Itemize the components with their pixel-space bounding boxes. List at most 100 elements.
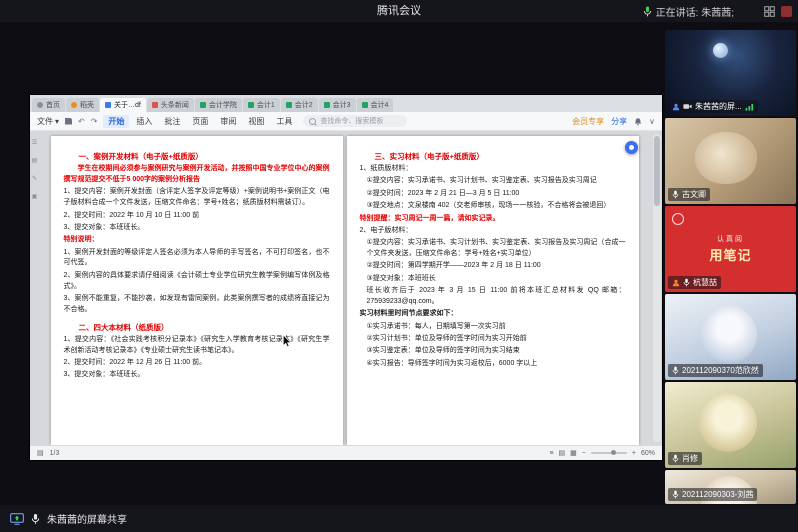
tab-favicon [105, 102, 111, 108]
ribbon-tab[interactable]: 工具 [271, 115, 297, 128]
participants-sidebar: 朱茜茜的屏... [665, 30, 796, 505]
meeting-window: 腾讯会议 正在讲话: 朱茜茜; [0, 0, 798, 532]
mic-icon [672, 366, 679, 375]
ribbon-tabs: 开始 插入 批注 页面 审阅 视图 工具 [103, 115, 297, 128]
zoom-out-button[interactable]: − [582, 450, 586, 457]
doc-paragraph: 1、案例开发封面的等级评定人签名必须为本人导师的手写签名，不可打印签名，也不可代… [64, 248, 330, 270]
chevron-down-icon: ▾ [55, 117, 59, 126]
mouse-cursor [282, 334, 292, 348]
document-tab[interactable]: 会计4 [357, 98, 394, 112]
document-tab[interactable]: 会计2 [281, 98, 318, 112]
camera-icon [683, 103, 692, 110]
share-banner-text: 朱茜茜的屏幕共享 [47, 511, 127, 526]
ribbon-tab[interactable]: 页面 [187, 115, 213, 128]
doc-paragraph: 实习材料里时间节点要求如下： [360, 309, 626, 320]
doc-paragraph: 2、案例内容的具体要求请仔细阅读《会计硕士专业学位研究生教学案例编写体例及格式》… [64, 271, 330, 293]
zoom-in-button[interactable]: + [632, 450, 636, 457]
save-icon[interactable] [65, 118, 72, 125]
redo-icon[interactable]: ↷ [91, 117, 98, 126]
document-tab[interactable]: 关于…df [100, 98, 146, 112]
document-tab[interactable]: 会计3 [319, 98, 356, 112]
mic-icon [683, 278, 690, 287]
doc-share-button[interactable]: 分享 [611, 116, 627, 127]
tab-favicon [362, 102, 368, 108]
participant-name-label: 古文卿 [668, 188, 710, 201]
ribbon-tab[interactable]: 开始 [103, 115, 129, 128]
pages-container: 一、案例开发材料（电子版+纸质版） 学生在校期间必须参与案例研究与案例开发活动，… [39, 136, 650, 445]
tab-label: 首页 [46, 100, 60, 110]
search-icon [309, 118, 316, 125]
assistant-floating-button[interactable] [625, 141, 638, 154]
doc-paragraph: 2、提交时间：2022 年 12 月 26 日 11:00 前。 [64, 358, 330, 369]
participant-name-label: 202112090303-刘茜 [668, 488, 757, 501]
doc-paragraph: ①提交内容：实习承诺书、实习计划书、实习鉴定表、实习报告及实习周记（合成一个文件… [360, 238, 626, 260]
doc-paragraph: ①实习承诺书：每人，日期填写第一次实习前 [360, 322, 626, 333]
participant-tile[interactable]: 肖修 [665, 382, 796, 468]
bookmark-icon[interactable]: ▤ [32, 157, 38, 164]
grid-layout-icon[interactable] [764, 6, 775, 17]
doc-paragraph: 3、案例不能重复，不能抄袭，如发现有雷同案例，此类案例撰写者的成绩将直接记为不合… [64, 294, 330, 316]
vip-button[interactable]: 会员专享 [572, 116, 604, 127]
collapse-ribbon-icon[interactable]: ∨ [649, 117, 655, 126]
participant-name: 杭慧喆 [693, 277, 717, 288]
signal-icon [745, 103, 754, 111]
document-area: ☰ ▤ ✎ ▣ 一、案例开发材料（电子版+纸质版） 学生在校期间必须参与案例研究… [30, 131, 662, 445]
tab-label: 会计1 [257, 100, 275, 110]
tab-label: 头条新闻 [161, 100, 189, 110]
participant-name-label: 朱茜茜的屏... [668, 100, 758, 113]
meeting-titlebar: 腾讯会议 正在讲话: 朱茜茜; [0, 0, 798, 22]
outline-icon[interactable]: ☰ [32, 139, 37, 146]
document-tab[interactable]: 会计1 [243, 98, 280, 112]
participant-name-label: 杭慧喆 [668, 276, 721, 289]
participant-name-label: 202112090370范欣然 [668, 364, 763, 377]
comment-icon[interactable]: ✎ [32, 175, 37, 182]
view-read-icon[interactable]: ≡ [549, 450, 553, 457]
document-tab[interactable]: 头条新闻 [147, 98, 194, 112]
tab-label: 会计2 [295, 100, 313, 110]
zoom-slider-knob[interactable] [611, 450, 616, 455]
doc-paragraph: 1、纸质版材料： [360, 164, 626, 175]
view-web-icon[interactable]: ▦ [570, 449, 577, 457]
participant-name-label: 肖修 [668, 452, 702, 465]
file-menu[interactable]: 文件▾ [37, 116, 59, 127]
doc-paragraph: ②实习计划书：单位及导师的签字时间为实习开始前 [360, 334, 626, 345]
undo-icon[interactable]: ↶ [78, 117, 85, 126]
mic-icon [672, 490, 679, 499]
screen-share-icon[interactable] [10, 513, 24, 525]
doc-paragraph: ②提交时间：第四学期开学——2023 年 2 月 18 日 11:00 [360, 261, 626, 272]
ribbon-tab[interactable]: 批注 [159, 115, 185, 128]
check-icon[interactable]: ▣ [32, 193, 38, 200]
participant-name: 202112090303-刘茜 [682, 489, 753, 500]
tab-label: 关于…df [114, 100, 141, 110]
participant-name: 202112090370范欣然 [682, 365, 759, 376]
zoom-slider[interactable] [591, 452, 627, 454]
participant-tile[interactable]: 202112090303-刘茜 [665, 470, 796, 504]
tab-favicon [71, 102, 77, 108]
bell-icon[interactable] [634, 117, 642, 126]
ribbon-tab[interactable]: 插入 [131, 115, 157, 128]
participant-name: 朱茜茜的屏... [695, 101, 742, 112]
scrollbar-thumb[interactable] [654, 136, 660, 206]
mic-icon[interactable] [31, 513, 40, 525]
speaking-indicator: 正在讲话: 朱茜茜; [643, 0, 734, 22]
doc-paragraph: 2、提交时间：2022 年 10 月 10 日 11:00 前 [64, 211, 330, 222]
ribbon-tab[interactable]: 审阅 [215, 115, 241, 128]
tab-favicon [248, 102, 254, 108]
command-search-input[interactable]: 查找命令、搜索模板 [303, 115, 407, 127]
participant-tile[interactable]: 认真阅 用笔记 [665, 206, 796, 292]
page-layout-icon[interactable]: ▤ [37, 449, 44, 457]
meeting-bottombar: 朱茜茜的屏幕共享 [0, 505, 798, 532]
tab-label: 稻壳 [80, 100, 94, 110]
document-tab[interactable]: 会计学院 [195, 98, 242, 112]
participant-tile[interactable]: 朱茜茜的屏... [665, 30, 796, 116]
document-tab[interactable]: 首页 [32, 98, 65, 112]
vertical-scrollbar[interactable] [653, 134, 661, 442]
doc-paragraph: ③提交对象：本班班长 [360, 274, 626, 285]
ribbon-tab[interactable]: 视图 [243, 115, 269, 128]
document-tab[interactable]: 稻壳 [66, 98, 99, 112]
participant-tile[interactable]: 202112090370范欣然 [665, 294, 796, 380]
mic-icon [672, 190, 679, 199]
participant-tile[interactable]: 古文卿 [665, 118, 796, 204]
view-print-icon[interactable]: ▤ [559, 449, 566, 457]
mic-icon [672, 454, 679, 463]
